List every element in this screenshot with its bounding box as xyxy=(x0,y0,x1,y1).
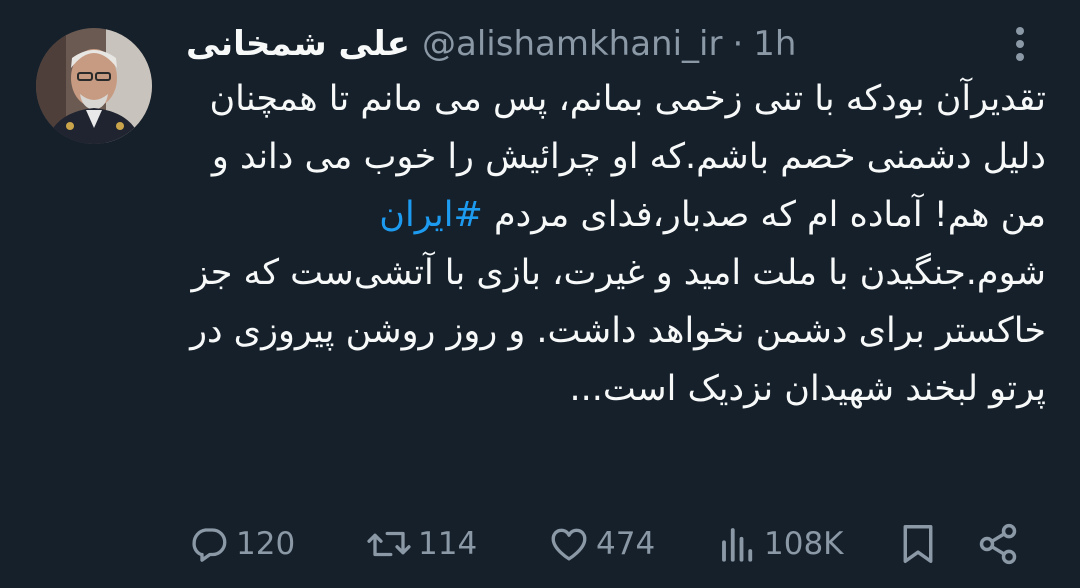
tweet: علی شمخانی @alishamkhani_ir · 1h تقدیرآن… xyxy=(0,0,1080,588)
like-count: 474 xyxy=(596,526,656,562)
retweet-count: 114 xyxy=(418,526,478,562)
action-bar: 120 114 474 108K xyxy=(186,516,1046,572)
timestamp[interactable]: 1h xyxy=(753,24,796,64)
share-icon xyxy=(976,522,1020,566)
bookmark-button[interactable] xyxy=(898,516,938,572)
avatar[interactable] xyxy=(36,28,152,144)
tweet-text-part-1: تقدیرآن بودکه با تنی زخمی بمانم، پس می م… xyxy=(198,79,1046,235)
bookmark-icon xyxy=(898,522,938,566)
views-button[interactable]: 108K xyxy=(718,516,844,572)
tweet-text: تقدیرآن بودکه با تنی زخمی بمانم، پس می م… xyxy=(186,70,1046,418)
heart-icon xyxy=(548,523,590,565)
retweet-icon xyxy=(366,523,412,565)
like-button[interactable]: 474 xyxy=(548,516,655,572)
hashtag-link[interactable]: #ایران xyxy=(379,195,483,235)
tweet-header: علی شمخانی @alishamkhani_ir · 1h xyxy=(186,20,796,68)
share-button[interactable] xyxy=(976,516,1020,572)
views-count: 108K xyxy=(764,526,844,562)
separator: · xyxy=(732,24,744,64)
views-icon xyxy=(718,523,758,565)
display-name[interactable]: علی شمخانی xyxy=(186,24,410,64)
retweet-button[interactable]: 114 xyxy=(366,516,477,572)
reply-icon xyxy=(188,523,230,565)
reply-count: 120 xyxy=(236,526,296,562)
reply-button[interactable]: 120 xyxy=(188,516,295,572)
more-icon[interactable] xyxy=(1000,22,1040,66)
user-handle[interactable]: @alishamkhani_ir xyxy=(422,24,722,64)
